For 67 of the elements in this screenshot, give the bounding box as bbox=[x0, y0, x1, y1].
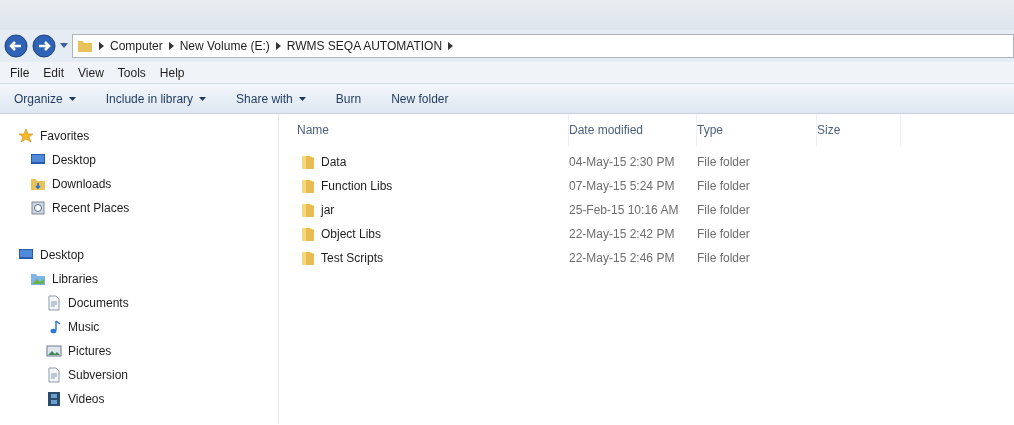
table-cell-text: File folder bbox=[697, 226, 751, 243]
table-cell-text: File folder bbox=[697, 250, 751, 267]
forward-button[interactable] bbox=[32, 34, 56, 58]
table-cell-text: 07-May-15 5:24 PM bbox=[569, 178, 676, 195]
breadcrumb[interactable]: Computer bbox=[110, 37, 163, 55]
folder-icon bbox=[301, 178, 315, 194]
folder-icon bbox=[301, 250, 315, 266]
toolbar-button[interactable]: New folder bbox=[391, 89, 449, 108]
document-icon bbox=[46, 367, 62, 383]
menu-item[interactable]: View bbox=[78, 63, 104, 82]
column-header[interactable]: Type bbox=[697, 114, 817, 146]
dropdown-arrow-icon[interactable] bbox=[60, 43, 68, 49]
column-header[interactable]: Date modified bbox=[569, 114, 697, 146]
table-cell-text: 22-May-15 2:46 PM bbox=[569, 250, 676, 267]
caret-icon bbox=[199, 96, 207, 101]
menu-item[interactable]: File bbox=[10, 63, 30, 82]
menu-item[interactable]: Edit bbox=[43, 63, 65, 82]
chevron-icon[interactable] bbox=[275, 42, 281, 50]
document-icon bbox=[46, 295, 62, 311]
folder-icon bbox=[301, 154, 315, 170]
file-name[interactable]: Test Scripts bbox=[321, 249, 383, 267]
star-icon bbox=[18, 128, 34, 144]
folder-icon bbox=[30, 176, 46, 192]
table-cell-text: File folder bbox=[697, 178, 751, 195]
folder-icon bbox=[301, 202, 315, 218]
sidebar-item[interactable]: Desktop bbox=[18, 243, 89, 267]
table-cell-text: File folder bbox=[697, 202, 751, 219]
table-cell-text: File folder bbox=[697, 154, 751, 171]
menu-item[interactable]: Help bbox=[159, 63, 185, 82]
toolbar-button[interactable]: Include in library bbox=[105, 89, 207, 108]
file-name[interactable]: jar bbox=[321, 201, 335, 219]
file-name[interactable]: Object Libs bbox=[321, 225, 382, 243]
chevron-icon[interactable] bbox=[168, 42, 174, 50]
breadcrumb[interactable]: RWMS SEQA AUTOMATION bbox=[286, 37, 443, 55]
sidebar-item[interactable]: Pictures bbox=[46, 339, 116, 363]
toolbar-button[interactable]: Organize bbox=[14, 89, 76, 108]
toolbar-button[interactable]: Share with bbox=[236, 89, 306, 108]
film-icon bbox=[46, 391, 62, 407]
picture-icon bbox=[46, 343, 62, 359]
address-bar[interactable]: Computer New Volume (E:) RWMS SEQA AUTOMATION bbox=[72, 34, 1014, 58]
folder-icon bbox=[30, 271, 46, 287]
toolbar-button[interactable]: Burn bbox=[335, 89, 362, 108]
sidebar-item[interactable]: Favorites bbox=[18, 124, 94, 148]
sidebar-item[interactable]: Subversion bbox=[46, 363, 133, 387]
sidebar-item[interactable]: Downloads bbox=[30, 172, 116, 196]
sidebar-item[interactable]: Documents bbox=[46, 291, 133, 315]
sidebar-item[interactable]: Music bbox=[46, 315, 104, 339]
table-cell-text: 22-May-15 2:42 PM bbox=[569, 226, 676, 243]
table-cell-text: 25-Feb-15 10:16 AM bbox=[569, 202, 680, 219]
sidebar-item[interactable]: Recent Places bbox=[30, 196, 134, 220]
file-name[interactable]: Data bbox=[321, 153, 347, 171]
folder-icon bbox=[77, 39, 93, 53]
column-header[interactable]: Name bbox=[297, 114, 569, 146]
folder-icon bbox=[301, 226, 315, 242]
file-name[interactable]: Function Libs bbox=[321, 177, 393, 195]
back-button[interactable] bbox=[4, 34, 28, 58]
menu-item[interactable]: Tools bbox=[117, 63, 146, 82]
sidebar-item[interactable]: Videos bbox=[46, 387, 109, 411]
table-cell-text: 04-May-15 2:30 PM bbox=[569, 154, 676, 171]
sidebar-item[interactable]: Libraries bbox=[30, 267, 103, 291]
caret-icon bbox=[68, 96, 76, 101]
column-header[interactable]: Size bbox=[817, 114, 901, 146]
sidebar-item[interactable]: Desktop bbox=[30, 148, 101, 172]
chevron-icon[interactable] bbox=[448, 42, 454, 50]
caret-icon bbox=[298, 96, 306, 101]
breadcrumb[interactable]: New Volume (E:) bbox=[179, 37, 270, 55]
chevron-icon[interactable] bbox=[99, 42, 104, 50]
